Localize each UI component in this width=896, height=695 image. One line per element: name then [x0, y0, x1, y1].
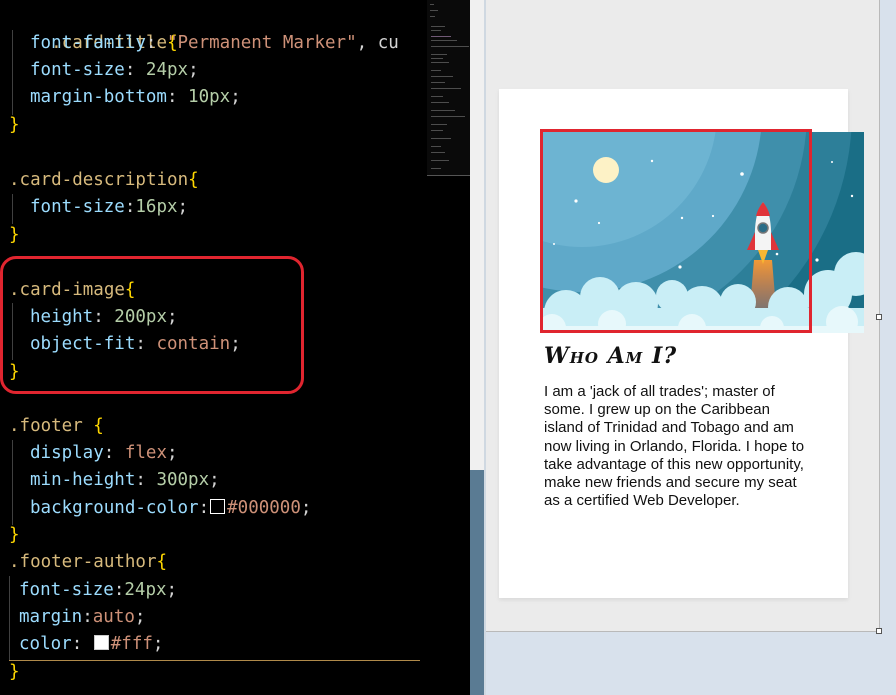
- code-line[interactable]: }: [9, 659, 20, 686]
- brace: {: [188, 170, 199, 190]
- css-property: color: [19, 634, 72, 654]
- css-value: 10px: [188, 87, 231, 107]
- color-swatch[interactable]: [93, 635, 109, 650]
- code-line[interactable]: }: [9, 112, 20, 139]
- css-value-tail: , cu: [356, 33, 399, 53]
- brace: }: [9, 225, 20, 245]
- css-value: #fff: [110, 634, 153, 654]
- highlight-annotation: [0, 256, 304, 394]
- code-editor[interactable]: .card-title{ font-family: "Permanent Mar…: [0, 0, 470, 695]
- css-property: font-size: [19, 580, 114, 600]
- css-property: background-color: [30, 498, 199, 518]
- brace: {: [93, 416, 104, 436]
- css-value: 300px: [156, 470, 210, 490]
- css-selector: .footer-author: [9, 552, 157, 572]
- brace: }: [9, 662, 20, 682]
- brace: {: [156, 552, 168, 572]
- resize-handle[interactable]: [876, 628, 882, 634]
- color-swatch[interactable]: [210, 499, 226, 514]
- css-value: 16px: [135, 197, 178, 217]
- resize-handle[interactable]: [876, 314, 882, 320]
- code-line[interactable]: min-height: 300px;: [30, 467, 220, 494]
- code-line[interactable]: .card-title{: [9, 3, 177, 53]
- image-highlight-annotation: [540, 129, 812, 333]
- code-line[interactable]: background-color: #000000;: [30, 495, 311, 522]
- css-property: margin-bottom: [30, 87, 167, 107]
- css-value: 24px: [124, 580, 167, 600]
- brace: }: [9, 115, 20, 135]
- code-line[interactable]: font-size:24px;: [19, 577, 177, 604]
- card-title: Who Am I?: [544, 343, 678, 369]
- css-value: #000000: [227, 498, 301, 518]
- about-card: Who Am I? I am a 'jack of all trades'; m…: [499, 89, 864, 598]
- code-line[interactable]: margin:auto;: [19, 604, 145, 631]
- indent-guide: [12, 440, 13, 525]
- browser-preview[interactable]: Who Am I? I am a 'jack of all trades'; m…: [486, 0, 896, 695]
- code-line[interactable]: .footer {: [9, 413, 104, 440]
- css-value: auto: [92, 607, 135, 627]
- css-value: 24px: [145, 60, 189, 80]
- indent-guide: [9, 576, 10, 661]
- code-line[interactable]: display: flex;: [30, 440, 178, 467]
- preview-viewport[interactable]: Who Am I? I am a 'jack of all trades'; m…: [486, 0, 880, 632]
- code-line[interactable]: .card-description{: [9, 167, 199, 194]
- code-line[interactable]: }: [9, 222, 20, 249]
- css-selector: .card-description: [9, 170, 189, 190]
- minimap[interactable]: [427, 0, 470, 180]
- css-property: min-height: [30, 470, 136, 490]
- css-value: "Permanent Marker": [166, 33, 357, 53]
- code-line[interactable]: margin-bottom: 10px;: [30, 84, 241, 111]
- code-line[interactable]: color: #fff;: [19, 631, 163, 658]
- code-line[interactable]: }: [9, 522, 20, 549]
- css-property: font-size: [30, 197, 125, 217]
- css-property: font-family: [30, 33, 146, 53]
- css-property: font-size: [30, 60, 125, 80]
- code-line[interactable]: .footer-author{: [9, 549, 167, 576]
- brace: }: [9, 525, 20, 545]
- css-value: flex: [124, 443, 167, 463]
- css-property: margin: [19, 607, 83, 627]
- css-property: display: [30, 443, 104, 463]
- current-line-indicator: [9, 660, 420, 661]
- code-line[interactable]: font-family: "Permanent Marker", cu: [30, 30, 399, 57]
- card-description: I am a 'jack of all trades'; master of s…: [544, 383, 805, 510]
- code-line[interactable]: font-size:16px;: [30, 194, 188, 221]
- code-line[interactable]: font-size: 24px;: [30, 57, 199, 84]
- css-selector: .footer: [9, 416, 94, 436]
- indent-guide: [12, 194, 13, 224]
